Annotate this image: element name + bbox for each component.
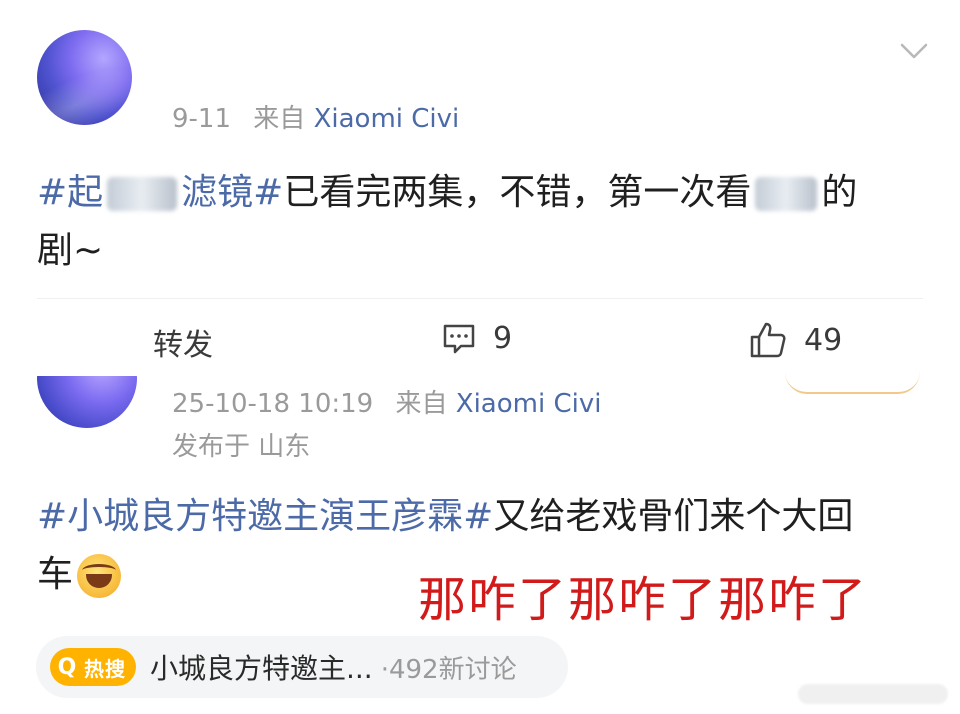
avatar[interactable] xyxy=(37,30,132,125)
post-device[interactable]: Xiaomi Civi xyxy=(456,389,602,419)
hot-search-badge: Q 热搜 xyxy=(50,648,136,686)
post-text: 车 xyxy=(37,554,74,595)
comment-button[interactable]: 9 xyxy=(441,320,512,356)
post-text: 又给老戏骨们来个大回 xyxy=(493,496,854,537)
like-count: 49 xyxy=(804,322,843,358)
post-text: 的 xyxy=(821,172,858,213)
hashtag-link[interactable]: #起 滤镜# xyxy=(37,172,283,213)
blurred-text xyxy=(755,177,818,211)
search-icon: Q xyxy=(57,654,77,680)
hashtag-link[interactable]: #小城良方特邀主演王彦霖# xyxy=(37,496,493,537)
comment-count: 9 xyxy=(493,320,513,356)
post-from: 来自 xyxy=(395,389,448,419)
comment-icon xyxy=(443,324,475,354)
hot-search-count: ·492新讨论 xyxy=(380,654,517,685)
post-date: 9-11 xyxy=(172,104,232,134)
post-meta: 25-10-18 10:19 来自 Xiaomi Civi xyxy=(172,383,601,420)
decorative-arc xyxy=(785,372,920,394)
laughing-crying-emoji-icon xyxy=(77,554,122,598)
chevron-down-icon[interactable] xyxy=(900,42,928,60)
blurred-text xyxy=(107,177,178,211)
hot-search-title: 小城良方特邀主... xyxy=(150,652,373,685)
divider xyxy=(37,298,923,299)
post-text: 剧~ xyxy=(37,230,104,271)
post-text: 已看完两集，不错，第一次看 xyxy=(283,172,752,213)
watermark xyxy=(798,684,948,704)
hot-search-bar[interactable]: Q 热搜 小城良方特邀主... ·492新讨论 xyxy=(36,636,568,698)
post-location: 发布于 山东 xyxy=(172,432,311,462)
post-device[interactable]: Xiaomi Civi xyxy=(314,104,460,134)
overlay-caption: 那咋了那咋了那咋了 xyxy=(418,572,869,628)
like-button[interactable]: 49 xyxy=(748,320,842,360)
post-meta: 9-11 来自 Xiaomi Civi xyxy=(172,98,459,135)
repost-label: 转发 xyxy=(153,328,213,363)
thumbs-up-icon xyxy=(750,322,786,358)
post-from: 来自 xyxy=(253,104,306,134)
post-content: #起 滤镜#已看完两集，不错，第一次看 的 剧~ xyxy=(37,164,917,280)
avatar-mask xyxy=(30,318,150,376)
post-datetime: 25-10-18 10:19 xyxy=(172,389,374,419)
